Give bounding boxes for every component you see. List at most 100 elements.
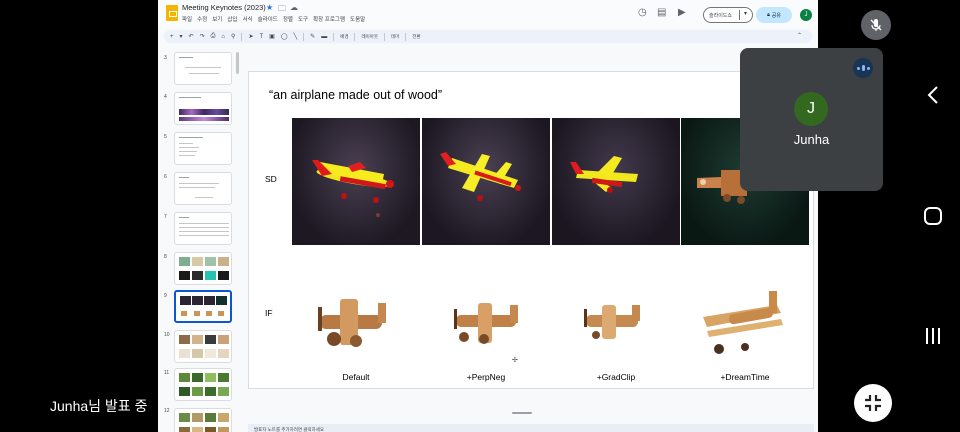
menu-edit[interactable]: 수정 xyxy=(197,15,207,23)
share-button[interactable]: 🔒︎ 공유 xyxy=(756,7,792,23)
slide-thumbnail-12[interactable] xyxy=(174,408,232,432)
divider xyxy=(303,32,305,41)
menu-insert[interactable]: 삽입 xyxy=(227,15,237,23)
theme-button[interactable]: 테마 xyxy=(391,34,399,40)
if-dreamtime-image xyxy=(681,277,809,367)
slide-thumbnail-9-selected[interactable] xyxy=(174,290,232,323)
divider xyxy=(384,32,386,41)
menu-arrange[interactable]: 정렬 xyxy=(283,15,293,23)
account-avatar[interactable]: J xyxy=(800,9,812,21)
slides-app: Meeting Keynotes (2023) ★ 🗀 ☁ 파일 수정 보기 삽… xyxy=(158,0,818,432)
redo-icon[interactable]: ↷ xyxy=(200,33,205,40)
slide-number: 11 xyxy=(164,370,170,376)
if-default-image xyxy=(292,277,420,367)
divider xyxy=(739,10,740,20)
menu-bar: 파일 수정 보기 삽입 서식 슬라이드 정렬 도구 확장 프로그램 도움말 xyxy=(182,15,365,23)
slide-number: 12 xyxy=(164,408,170,414)
slide-number: 5 xyxy=(164,134,167,140)
transition-button[interactable]: 전환 xyxy=(412,34,420,40)
divider xyxy=(241,32,243,41)
zoom-icon[interactable]: ⚲ xyxy=(231,33,235,40)
screen: Meeting Keynotes (2023) ★ 🗀 ☁ 파일 수정 보기 삽… xyxy=(0,0,960,432)
slide-number: 6 xyxy=(164,174,167,180)
slide-title[interactable]: “an airplane made out of wood” xyxy=(269,88,442,102)
menu-slide[interactable]: 슬라이드 xyxy=(258,15,278,23)
mouse-cursor-icon: ✢ xyxy=(512,357,518,364)
slide-number: 7 xyxy=(164,214,167,220)
filmstrip[interactable]: 3 4 5 6 7 8 9 10 11 12 xyxy=(158,44,240,432)
shape-icon[interactable]: ◯ xyxy=(281,33,288,40)
mic-off-button[interactable] xyxy=(861,10,891,40)
slide-thumbnail-5[interactable] xyxy=(174,132,232,165)
cloud-status-icon[interactable]: ☁ xyxy=(290,3,298,12)
home-icon xyxy=(924,207,942,225)
comment-add-icon[interactable]: ✎ xyxy=(310,33,315,40)
undo-icon[interactable]: ↶ xyxy=(189,33,194,40)
new-slide-icon[interactable]: + xyxy=(170,34,174,40)
speaker-notes[interactable]: 발표자 노트를 추가하려면 클릭하세요 xyxy=(248,424,814,432)
slide-thumbnail-11[interactable] xyxy=(174,368,232,401)
filmstrip-scrollbar[interactable] xyxy=(236,52,239,74)
document-title[interactable]: Meeting Keynotes (2023) xyxy=(182,3,266,12)
current-slide[interactable]: “an airplane made out of wood” SD IF Def… xyxy=(248,71,814,389)
slideshow-label: 슬라이드쇼 xyxy=(709,12,733,19)
sd-perpneg-image xyxy=(422,118,550,245)
row-label-if: IF xyxy=(265,308,273,318)
sd-default-image xyxy=(292,118,420,245)
slide-thumbnail-7[interactable] xyxy=(174,212,232,245)
presenting-label: Junha님 발표 중 xyxy=(50,398,148,414)
star-icon[interactable]: ★ xyxy=(266,3,273,12)
slide-number: 8 xyxy=(164,254,167,260)
text-box-icon[interactable]: T xyxy=(259,34,263,40)
notes-resize-handle[interactable] xyxy=(512,412,532,414)
slide-thumbnail-8[interactable] xyxy=(174,252,232,285)
menu-format[interactable]: 서식 xyxy=(243,15,253,23)
layout-button[interactable]: 레이아웃 xyxy=(361,34,378,40)
slide-canvas[interactable]: “an airplane made out of wood” SD IF Def… xyxy=(240,44,818,432)
chevron-up-icon[interactable]: ⌃ xyxy=(797,32,802,39)
slide-thumbnail-3[interactable] xyxy=(174,52,232,85)
share-label: 공유 xyxy=(771,12,781,19)
mic-off-icon xyxy=(870,19,882,31)
exit-fullscreen-icon xyxy=(865,395,881,411)
chevron-down-icon[interactable]: ▾ xyxy=(744,10,747,17)
divider xyxy=(405,32,407,41)
slide-thumbnail-4[interactable] xyxy=(174,92,232,125)
slides-logo-icon[interactable] xyxy=(166,5,178,21)
print-icon[interactable]: ⎙ xyxy=(211,33,216,40)
menu-file[interactable]: 파일 xyxy=(182,15,192,23)
title-bar: Meeting Keynotes (2023) ★ 🗀 ☁ 파일 수정 보기 삽… xyxy=(158,0,818,28)
toolbar: + ▾ ↶ ↷ ⎙ ⌂ ⚲ ➤ T ▣ ◯ ╲ ✎ ▬ 배경 레이아웃 테마 전… xyxy=(164,30,812,43)
if-gradclip-image xyxy=(552,277,680,367)
menu-extensions[interactable]: 확장 프로그램 xyxy=(313,15,345,23)
menu-help[interactable]: 도움말 xyxy=(350,15,365,23)
menu-view[interactable]: 보기 xyxy=(212,15,222,23)
comments-icon[interactable]: ▤ xyxy=(657,7,666,18)
caption-default: Default xyxy=(342,372,370,382)
row-label-sd: SD xyxy=(265,174,277,184)
select-cursor-icon[interactable]: ➤ xyxy=(248,33,253,40)
paint-format-icon[interactable]: ⌂ xyxy=(221,34,225,40)
sd-gradclip-image xyxy=(552,118,680,245)
menu-tools[interactable]: 도구 xyxy=(298,15,308,23)
image-icon[interactable]: ▣ xyxy=(269,33,275,40)
divider xyxy=(354,32,356,41)
participant-tile[interactable]: J Junha xyxy=(740,48,883,191)
slide-thumbnail-10[interactable] xyxy=(174,330,232,363)
caption-perpneg: +PerpNeg xyxy=(466,372,506,382)
participant-avatar: J xyxy=(794,92,828,126)
meet-call-icon[interactable]: ▶ xyxy=(678,7,686,18)
participant-name: Junha xyxy=(793,132,830,147)
exit-fullscreen-button[interactable] xyxy=(854,384,892,422)
back-button[interactable] xyxy=(917,79,949,111)
line-icon[interactable]: ╲ xyxy=(294,33,298,40)
fill-color-icon[interactable]: ▬ xyxy=(321,34,327,40)
slide-thumbnail-6[interactable] xyxy=(174,172,232,205)
history-icon[interactable]: ◷ xyxy=(638,7,647,18)
home-button[interactable] xyxy=(917,200,949,232)
divider xyxy=(333,32,335,41)
slideshow-button[interactable]: 슬라이드쇼 ▾ xyxy=(703,7,753,23)
chevron-down-icon[interactable]: ▾ xyxy=(180,33,183,40)
recent-apps-button[interactable] xyxy=(917,320,949,352)
background-button[interactable]: 배경 xyxy=(340,34,348,40)
